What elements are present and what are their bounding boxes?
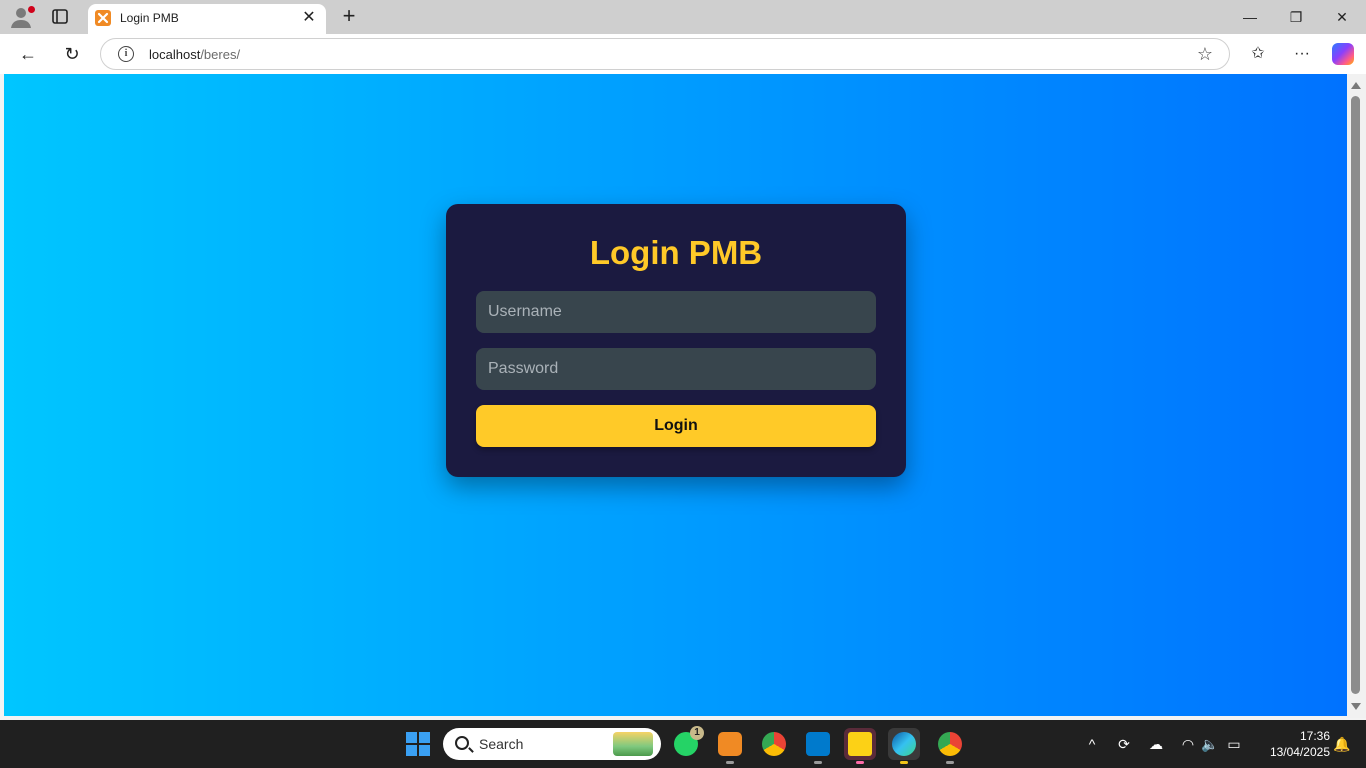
windows-start-icon[interactable] [406, 732, 430, 756]
page-scrollbar[interactable] [1347, 74, 1366, 718]
clock-date: 13/04/2025 [1269, 745, 1330, 759]
new-tab-icon[interactable]: + [338, 5, 360, 27]
login-card: Login PMB Login [446, 204, 906, 477]
system-clock[interactable]: 17:36 13/04/2025 [1254, 728, 1330, 760]
tab-login-pmb[interactable]: Login PMB ✕ [88, 4, 326, 34]
copilot-icon[interactable] [1332, 43, 1354, 65]
search-highlight-image [613, 732, 653, 756]
login-button[interactable]: Login [476, 405, 876, 447]
address-bar[interactable]: i localhost/beres/ ☆ [100, 38, 1230, 70]
profile-notification-dot [28, 6, 35, 13]
volume-icon[interactable]: 🔈 [1200, 734, 1220, 754]
restore-icon[interactable]: ❐ [1284, 6, 1308, 28]
search-icon [455, 736, 469, 750]
battery-icon[interactable]: ▭ [1224, 734, 1244, 754]
address-url[interactable]: localhost/beres/ [149, 47, 240, 62]
scroll-down-icon[interactable] [1351, 703, 1361, 710]
scroll-up-icon[interactable] [1351, 82, 1361, 89]
clock-time: 17:36 [1299, 729, 1330, 743]
tray-overflow-icon[interactable]: ^ [1082, 734, 1102, 754]
url-path: /beres/ [200, 47, 241, 62]
tab-actions-icon[interactable] [48, 6, 72, 28]
sticky-notes-icon[interactable] [844, 728, 876, 764]
edge-icon[interactable] [888, 728, 920, 764]
favorites-icon[interactable]: ✩ [1246, 42, 1270, 66]
vscode-icon[interactable] [802, 728, 834, 764]
favorite-star-icon[interactable]: ☆ [1195, 44, 1215, 64]
tab-title: Login PMB [120, 11, 179, 25]
chrome-profile-icon[interactable] [934, 728, 966, 764]
back-icon[interactable]: ← [16, 42, 40, 66]
onedrive-icon[interactable]: ☁ [1146, 734, 1166, 754]
login-title: Login PMB [589, 234, 763, 271]
username-input[interactable] [476, 291, 876, 333]
minimize-icon[interactable]: — [1238, 6, 1262, 28]
taskbar: Search 1 ^ ⟳ ☁ ◠ 🔈 ▭ 17:36 13/04/2025 🔔 [0, 720, 1366, 768]
scroll-thumb[interactable] [1351, 96, 1360, 694]
tab-close-icon[interactable]: ✕ [300, 9, 318, 27]
more-options-icon[interactable]: ··· [1290, 42, 1314, 66]
window-close-icon[interactable]: ✕ [1330, 6, 1354, 28]
sync-icon[interactable]: ⟳ [1114, 734, 1134, 754]
taskbar-search[interactable]: Search [443, 728, 661, 760]
page-viewport: Login PMB Login [4, 74, 1347, 716]
password-input[interactable] [476, 348, 876, 390]
site-info-icon[interactable]: i [118, 46, 134, 62]
browser-toolbar: ← ↻ i localhost/beres/ ☆ ✩ ··· [0, 34, 1366, 74]
chrome-icon[interactable] [758, 728, 790, 760]
url-host: localhost [149, 47, 201, 62]
xampp-favicon-icon [95, 10, 111, 26]
whatsapp-icon[interactable]: 1 [670, 726, 704, 760]
wifi-icon[interactable]: ◠ [1178, 734, 1198, 754]
notifications-icon[interactable]: 🔔 [1332, 734, 1352, 754]
taskbar-search-label: Search [479, 736, 524, 752]
whatsapp-badge: 1 [690, 726, 704, 740]
refresh-icon[interactable]: ↻ [60, 42, 84, 66]
xampp-icon[interactable] [714, 728, 746, 764]
tab-bar: Login PMB ✕ + — ❐ ✕ [0, 0, 1366, 34]
